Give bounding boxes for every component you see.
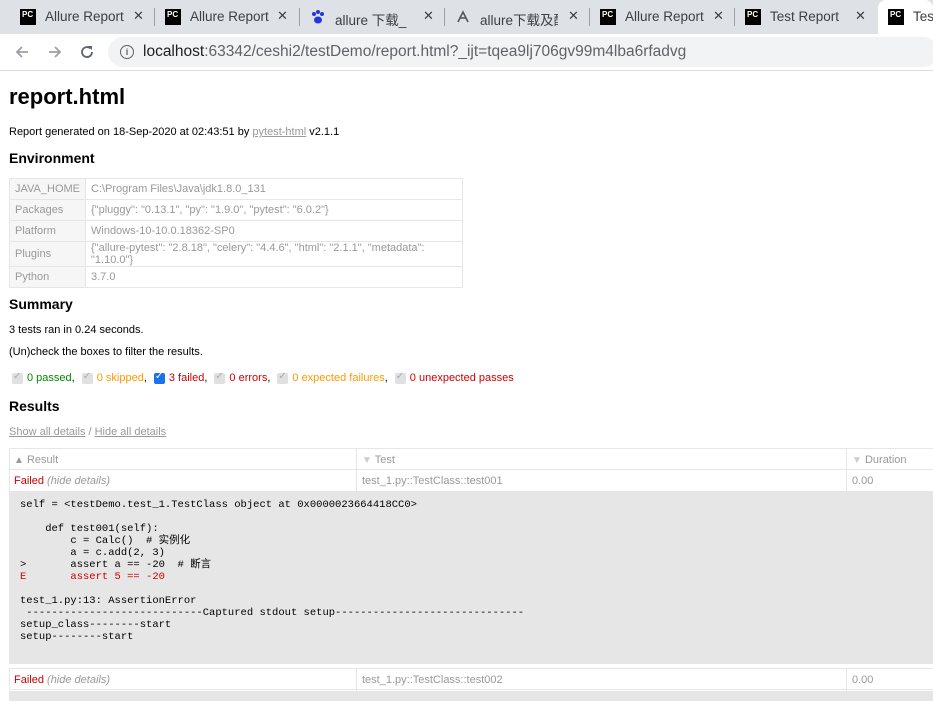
filter-passed[interactable]: 0 passed, [12,371,75,384]
checkbox-icon[interactable] [394,371,406,384]
browser-toolbar: i localhost:63342/ceshi2/testDemo/report… [0,34,933,71]
details-links: Show all details / Hide all details [9,426,167,438]
test-name-cell: test_1.py::TestClass::test001 [362,475,503,487]
result-column-header[interactable]: ▲ Result [14,449,58,471]
close-tab-icon[interactable]: ✕ [423,8,434,24]
filter-expected-failures[interactable]: 0 expected failures, [277,371,388,384]
browser-tab[interactable]: PC Test Report ✕ [735,0,878,34]
close-tab-icon[interactable]: ✕ [277,8,288,24]
hide-details-toggle[interactable]: (hide details) [47,475,110,487]
checkbox-icon[interactable] [153,371,165,384]
table-row: Python 3.7.0 [9,266,463,288]
checkbox-icon[interactable] [81,371,93,384]
filter-errors[interactable]: 0 errors, [214,371,270,384]
failure-log-partial [9,691,933,701]
tab-title: Test Report [770,9,840,24]
browser-tab[interactable]: PC Allure Report ✕ [590,0,735,34]
result-cell: Failed (hide details) [14,674,111,686]
summary-heading: Summary [9,296,73,312]
generated-info: Report generated on 18-Sep-2020 at 02:43… [9,126,340,138]
pycharm-icon: PC [165,9,181,25]
browser-tab[interactable]: allure下载及配 ✕ [445,0,590,34]
close-tab-icon[interactable]: ✕ [713,8,724,24]
table-row: Platform Windows-10-10.0.18362-SP0 [9,220,463,242]
result-cell: Failed (hide details) [14,475,111,487]
tab-title: Allure Report [190,9,269,24]
tests-ran-text: 3 tests ran in 0.24 seconds. [9,324,144,336]
page-title: report.html [9,84,126,109]
show-all-details-link[interactable]: Show all details [9,426,85,438]
back-icon[interactable] [12,42,32,62]
tab-title: allure下载及配 [480,13,558,28]
tab-title: Test [913,9,933,24]
filter-unexpected-passes[interactable]: 0 unexpected passes [394,371,514,384]
results-table-header: ▲ Result ▼ Test ▼ Duration [9,448,933,471]
close-tab-icon[interactable]: ✕ [855,8,866,24]
allure-icon [455,9,471,25]
reload-icon[interactable] [77,42,97,62]
duration-column-header[interactable]: ▼ Duration [852,449,907,471]
table-row: JAVA_HOME C:\Program Files\Java\jdk1.8.0_… [9,178,463,200]
result-filters: 0 passed, 0 skipped, 3 failed, 0 errors,… [12,371,521,384]
table-row[interactable]: Failed (hide details) test_1.py::TestCla… [9,668,933,691]
forward-icon[interactable] [45,42,65,62]
failure-log: self = <testDemo.test_1.TestClass object… [9,492,933,664]
pycharm-icon: PC [20,9,36,25]
browser-tab[interactable]: allure 下载_百度 ✕ [300,0,445,34]
filter-failed[interactable]: 3 failed, [153,371,207,384]
pycharm-icon: PC [600,9,616,25]
close-tab-icon[interactable]: ✕ [133,8,144,24]
tab-strip: PC Allure Report ✕ PC Allure Report ✕ al… [0,0,933,34]
browser-tab-active[interactable]: PC Test [878,0,933,34]
address-bar[interactable]: i localhost:63342/ceshi2/testDemo/report… [108,37,933,67]
filter-hint: (Un)check the boxes to filter the result… [9,346,203,358]
url-text[interactable]: localhost:63342/ceshi2/testDemo/report.h… [143,43,686,61]
hide-details-toggle[interactable]: (hide details) [47,674,110,686]
results-heading: Results [9,398,60,414]
table-row: Packages {"pluggy": "0.13.1", "py": "1.9.… [9,199,463,221]
tab-title: Allure Report [625,9,704,24]
pytest-html-link[interactable]: pytest-html [252,126,306,138]
sort-asc-icon: ▲ [14,455,24,466]
pycharm-icon: PC [888,9,904,25]
browser-tab[interactable]: PC Allure Report ✕ [0,0,155,34]
environment-table: JAVA_HOME C:\Program Files\Java\jdk1.8.0_… [9,178,463,288]
tab-title: allure 下载_百度 [335,13,407,28]
checkbox-icon[interactable] [277,371,289,384]
duration-cell: 0.00 [852,475,874,487]
baidu-paw-icon [310,9,326,25]
tab-title: Allure Report [45,9,124,24]
hide-all-details-link[interactable]: Hide all details [95,426,167,438]
sort-icon: ▼ [852,455,862,466]
browser-tab[interactable]: PC Allure Report ✕ [155,0,300,34]
test-column-header[interactable]: ▼ Test [362,449,395,471]
info-icon[interactable]: i [120,45,134,59]
checkbox-icon[interactable] [12,371,23,384]
table-row[interactable]: Failed (hide details) test_1.py::TestCla… [9,470,933,492]
environment-heading: Environment [9,150,95,166]
pycharm-icon: PC [745,9,761,25]
checkbox-icon[interactable] [214,371,226,384]
close-tab-icon[interactable]: ✕ [568,8,579,24]
table-row: Plugins {"allure-pytest": "2.8.18", "cele… [9,241,463,267]
filter-skipped[interactable]: 0 skipped, [81,371,147,384]
duration-cell: 0.00 [852,674,874,686]
test-name-cell: test_1.py::TestClass::test002 [362,674,503,686]
sort-icon: ▼ [362,455,372,466]
